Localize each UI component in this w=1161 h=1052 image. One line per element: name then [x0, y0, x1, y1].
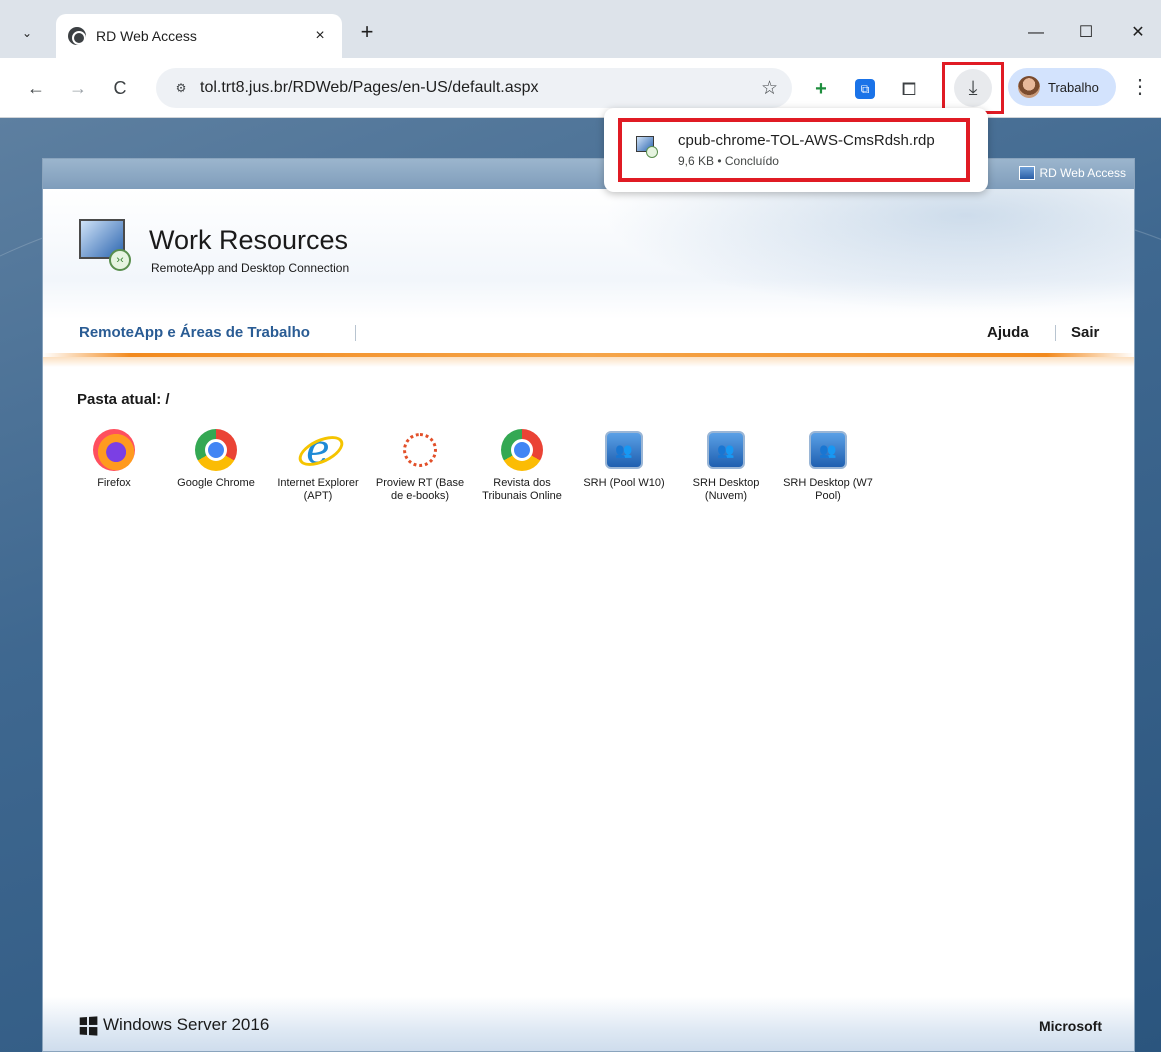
app-label: Revista dos Tribunais Online	[482, 477, 562, 502]
remote-desktop-icon: 👥	[605, 431, 643, 469]
profile-button[interactable]: Trabalho	[1008, 68, 1116, 106]
extensions-puzzle-icon[interactable]: ⧠	[896, 76, 922, 102]
close-window-button[interactable]: ✕	[1118, 18, 1158, 48]
app-item[interactable]: e Internet Explorer (APT)	[267, 429, 369, 503]
app-item[interactable]: Google Chrome	[165, 429, 267, 503]
new-tab-button[interactable]: +	[354, 20, 380, 46]
app-item[interactable]: Revista dos Tribunais Online	[471, 429, 573, 503]
app-item[interactable]: 👥 SRH (Pool W10)	[573, 429, 675, 503]
browser-tab[interactable]: RD Web Access ×	[56, 14, 342, 58]
kebab-menu-icon[interactable]: ⋮	[1128, 72, 1152, 102]
page-footer: Windows Server 2016 Microsoft	[43, 997, 1134, 1051]
extension-blue-glyph: ⧉	[855, 79, 875, 99]
app-label: SRH (Pool W10)	[583, 477, 665, 489]
chrome-icon	[195, 429, 237, 471]
app-item[interactable]: Firefox	[63, 429, 165, 503]
site-info-tune-icon[interactable]: ⚙	[170, 77, 192, 99]
nav-divider	[355, 325, 356, 341]
rdp-file-icon	[636, 136, 658, 160]
rd-web-access-text: RD Web Access	[1039, 166, 1126, 180]
reload-icon[interactable]: C	[106, 74, 134, 102]
download-status: 9,6 KB • Concluído	[678, 154, 779, 168]
chrome-icon	[501, 429, 543, 471]
tab-search-chevron-down-icon[interactable]: ⌄	[14, 20, 40, 46]
remote-desktop-icon: 👥	[809, 431, 847, 469]
downloads-bubble: cpub-chrome-TOL-AWS-CmsRdsh.rdp 9,6 KB •…	[604, 108, 988, 192]
app-label: Firefox	[97, 477, 131, 489]
accent-glow	[43, 357, 1134, 367]
back-arrow-icon[interactable]: ←	[22, 74, 50, 102]
download-file-name: cpub-chrome-TOL-AWS-CmsRdsh.rdp	[678, 132, 935, 149]
connection-badge-icon: ›‹	[109, 249, 131, 271]
windows-logo-icon	[79, 1016, 98, 1036]
rdweb-frame: RD Web Access ›‹ Work Resources RemoteAp…	[42, 158, 1135, 1052]
page-subtitle: RemoteApp and Desktop Connection	[151, 261, 350, 275]
downloads-button[interactable]: ⤓	[942, 62, 1004, 114]
download-item[interactable]: cpub-chrome-TOL-AWS-CmsRdsh.rdp 9,6 KB •…	[618, 118, 970, 182]
tab-strip: ⌄ RD Web Access × + — ☐ ✕	[0, 0, 1161, 58]
banner: ›‹ Work Resources RemoteApp and Desktop …	[43, 189, 1134, 319]
rd-web-access-label: RD Web Access	[1018, 166, 1126, 180]
proview-icon	[403, 433, 437, 467]
internet-explorer-icon: e	[297, 429, 339, 471]
app-item[interactable]: Proview RT (Base de e-books)	[369, 429, 471, 503]
rd-web-access-icon	[1018, 166, 1035, 180]
app-label: SRH Desktop (W7 Pool)	[783, 477, 873, 502]
extension-plus-icon[interactable]: +	[808, 76, 834, 102]
address-bar[interactable]: ⚙ tol.trt8.jus.br/RDWeb/Pages/en-US/defa…	[156, 68, 792, 108]
forward-arrow-icon[interactable]: →	[64, 74, 92, 102]
microsoft-label: Microsoft	[1039, 1018, 1102, 1034]
bookmark-star-icon[interactable]: ☆	[761, 77, 778, 100]
nav-divider	[1055, 325, 1056, 341]
tab-title: RD Web Access	[96, 28, 197, 44]
nav-remoteapp-link[interactable]: RemoteApp e Áreas de Trabalho	[79, 319, 310, 347]
app-label: Proview RT (Base de e-books)	[375, 477, 465, 502]
app-label: Internet Explorer (APT)	[277, 477, 359, 502]
page-viewport: RD Web Access ›‹ Work Resources RemoteAp…	[0, 118, 1161, 1052]
current-folder-label: Pasta atual: /	[77, 391, 170, 408]
app-item[interactable]: 👥 SRH Desktop (W7 Pool)	[777, 429, 879, 503]
profile-name: Trabalho	[1048, 79, 1099, 95]
app-item[interactable]: 👥 SRH Desktop (Nuvem)	[675, 429, 777, 503]
url-text[interactable]: tol.trt8.jus.br/RDWeb/Pages/en-US/defaul…	[200, 79, 761, 97]
app-label: Google Chrome	[177, 477, 255, 489]
globe-icon	[68, 27, 86, 45]
tab-close-icon[interactable]: ×	[310, 27, 330, 45]
rdweb-navbar: RemoteApp e Áreas de Trabalho Ajuda Sair	[43, 319, 1134, 357]
firefox-icon	[93, 429, 135, 471]
minimize-button[interactable]: —	[1016, 18, 1056, 48]
avatar	[1018, 76, 1040, 98]
app-label: SRH Desktop (Nuvem)	[692, 477, 760, 502]
page-title: Work Resources	[149, 225, 349, 255]
remote-desktop-icon: 👥	[707, 431, 745, 469]
app-list: Firefox Google Chrome e Internet Explore…	[63, 429, 879, 503]
download-icon: ⤓	[954, 69, 992, 107]
nav-help-link[interactable]: Ajuda	[987, 319, 1029, 347]
maximize-button[interactable]: ☐	[1066, 18, 1106, 48]
windows-server-label: Windows Server 2016	[103, 1015, 270, 1034]
extension-blue-icon[interactable]: ⧉	[852, 76, 878, 102]
nav-logout-link[interactable]: Sair	[1071, 319, 1099, 347]
remote-desktop-logo-icon: ›‹	[79, 219, 137, 275]
